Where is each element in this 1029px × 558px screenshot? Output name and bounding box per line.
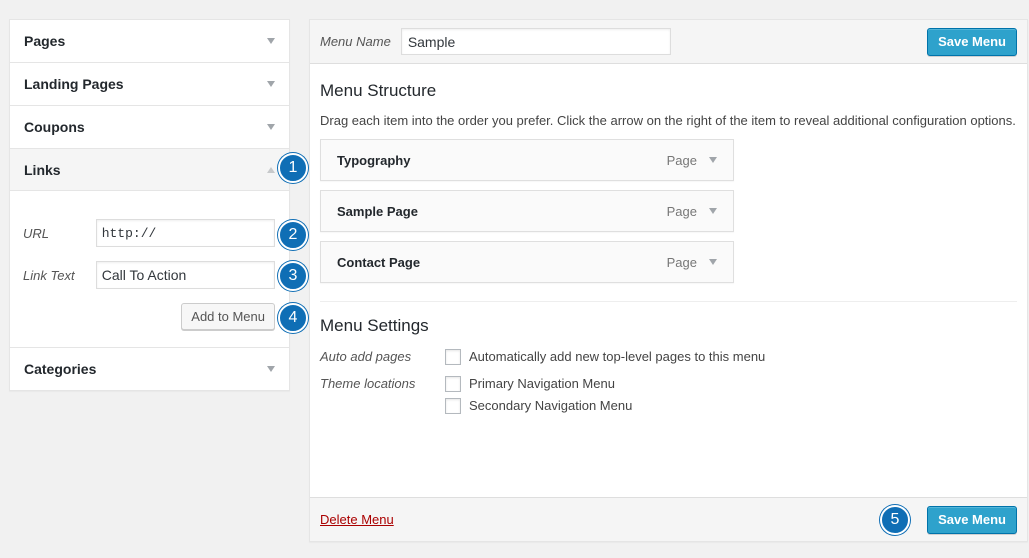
add-to-menu-row: Add to Menu xyxy=(23,303,275,330)
menu-item-typography[interactable]: Typography Page xyxy=(320,139,734,181)
accordion-title-pages: Pages xyxy=(24,33,66,49)
auto-add-row: Auto add pages Automatically add new top… xyxy=(320,348,1017,365)
chevron-down-icon[interactable] xyxy=(709,157,717,163)
callout-badge-2: 2 xyxy=(278,220,308,250)
accordion-title-categories: Categories xyxy=(24,361,97,377)
callout-badge-5: 5 xyxy=(880,505,910,535)
menu-structure-title: Menu Structure xyxy=(320,81,437,100)
save-menu-button-bottom[interactable]: Save Menu xyxy=(927,505,1017,534)
url-label: URL xyxy=(23,225,50,241)
accordion-header-links[interactable]: Links xyxy=(10,149,289,191)
accordion-header-pages[interactable]: Pages xyxy=(10,20,289,62)
accordion-header-categories[interactable]: Categories xyxy=(10,348,289,390)
auto-add-option: Automatically add new top-level pages to… xyxy=(445,348,765,365)
link-text-label: Link Text xyxy=(23,267,75,283)
menu-item-contact-page[interactable]: Contact Page Page xyxy=(320,241,734,283)
callout-badge-4: 4 xyxy=(278,303,308,333)
menu-item-type: Page xyxy=(666,254,697,270)
url-input[interactable]: http:// xyxy=(95,219,275,247)
menu-item-title: Contact Page xyxy=(337,254,421,270)
secondary-navigation-checkbox[interactable] xyxy=(445,397,461,414)
menu-item-type: Page xyxy=(666,203,697,219)
menu-name-input[interactable]: Sample xyxy=(400,28,671,55)
auto-add-option-label[interactable]: Automatically add new top-level pages to… xyxy=(469,349,765,364)
add-to-menu-button[interactable]: Add to Menu xyxy=(181,303,275,330)
delete-menu-link[interactable]: Delete Menu xyxy=(320,512,394,527)
accordion-section-landing-pages: Landing Pages xyxy=(10,63,289,106)
accordion-section-links: Links URL http:// Link Text Call To Acti… xyxy=(10,149,289,348)
accordion-header-coupons[interactable]: Coupons xyxy=(10,106,289,148)
menu-instructions: Drag each item into the order you prefer… xyxy=(320,113,1016,128)
accordion-section-pages: Pages xyxy=(10,20,289,63)
chevron-down-icon[interactable] xyxy=(267,366,275,372)
divider xyxy=(320,301,1017,302)
primary-navigation-label[interactable]: Primary Navigation Menu xyxy=(469,376,615,391)
menu-name-label: Menu Name xyxy=(320,34,391,49)
theme-locations-label: Theme locations xyxy=(320,376,416,391)
menu-settings-title: Menu Settings xyxy=(320,316,429,335)
accordion-section-categories: Categories xyxy=(10,348,289,390)
accordion-title-coupons: Coupons xyxy=(24,119,85,135)
callout-badge-3: 3 xyxy=(278,261,308,291)
secondary-navigation-label[interactable]: Secondary Navigation Menu xyxy=(469,398,632,413)
chevron-down-icon[interactable] xyxy=(267,124,275,130)
accordion-header-landing-pages[interactable]: Landing Pages xyxy=(10,63,289,105)
chevron-up-icon[interactable] xyxy=(267,166,275,173)
menu-footer: Delete Menu Save Menu xyxy=(310,497,1027,541)
url-row: URL http:// xyxy=(23,219,275,247)
accordion-section-coupons: Coupons xyxy=(10,106,289,149)
menu-item-type: Page xyxy=(666,152,697,168)
location-option-secondary: Secondary Navigation Menu xyxy=(445,397,632,414)
menu-item-title: Typography xyxy=(337,152,411,168)
menu-header: Menu Name Sample Save Menu xyxy=(310,20,1027,64)
chevron-down-icon[interactable] xyxy=(267,81,275,87)
menu-item-title: Sample Page xyxy=(337,203,418,219)
accordion-title-landing-pages: Landing Pages xyxy=(24,76,124,92)
chevron-down-icon[interactable] xyxy=(709,259,717,265)
link-text-row: Link Text Call To Action xyxy=(23,261,275,289)
theme-locations-row: Theme locations Primary Navigation Menu … xyxy=(320,375,1017,414)
accordion-title-links: Links xyxy=(24,161,61,178)
links-form: URL http:// Link Text Call To Action Add… xyxy=(10,191,289,347)
menu-body: Menu Structure Drag each item into the o… xyxy=(310,81,1027,414)
auto-add-options: Automatically add new top-level pages to… xyxy=(445,348,765,365)
primary-navigation-checkbox[interactable] xyxy=(445,375,461,392)
callout-badge-1: 1 xyxy=(278,153,308,183)
chevron-down-icon[interactable] xyxy=(709,208,717,214)
add-menu-items-accordion: Pages Landing Pages Coupons Links URL ht… xyxy=(9,19,290,391)
auto-add-label: Auto add pages xyxy=(320,349,412,364)
link-text-input[interactable]: Call To Action xyxy=(95,261,275,289)
save-menu-button-top[interactable]: Save Menu xyxy=(927,27,1017,56)
menu-item-sample-page[interactable]: Sample Page Page xyxy=(320,190,734,232)
location-option-primary: Primary Navigation Menu xyxy=(445,375,632,392)
auto-add-checkbox[interactable] xyxy=(445,348,461,365)
theme-locations-options: Primary Navigation Menu Secondary Naviga… xyxy=(445,375,632,414)
menu-edit-panel: Menu Name Sample Save Menu Menu Structur… xyxy=(309,19,1028,542)
menu-items-list: Typography Page Sample Page Page Contact… xyxy=(320,139,1017,283)
chevron-down-icon[interactable] xyxy=(267,38,275,44)
